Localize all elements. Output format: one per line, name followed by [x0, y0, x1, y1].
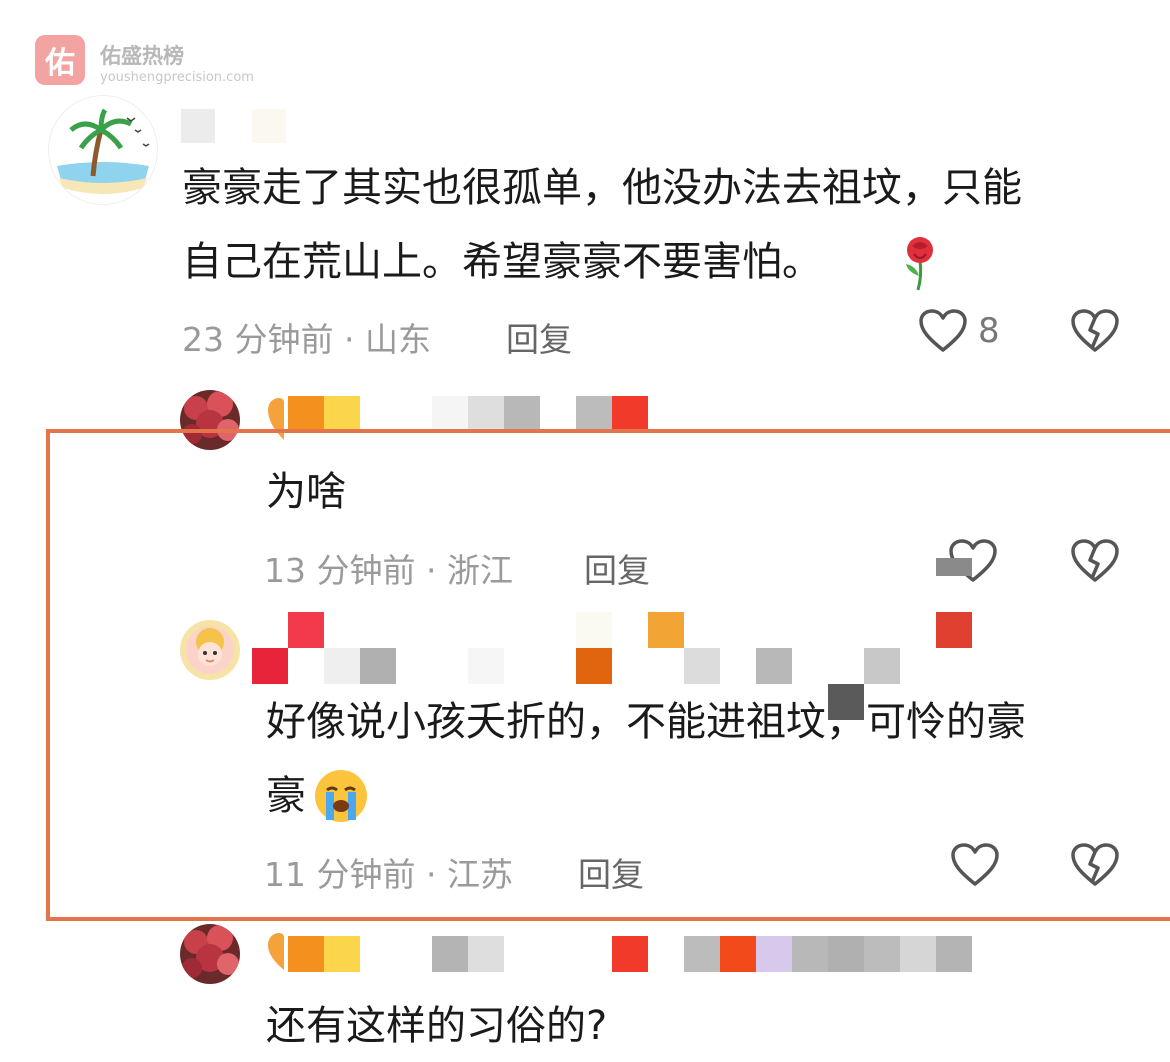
redacted-username	[324, 936, 360, 972]
heart-outline-icon	[951, 843, 999, 886]
comment-meta: 23 分钟前 · 山东	[182, 320, 431, 359]
redacted-username	[288, 612, 324, 648]
like-button[interactable]	[950, 842, 1000, 892]
redacted-username	[576, 612, 612, 648]
broken-heart-icon	[1071, 539, 1119, 582]
comment-meta: 13 分钟前 · 浙江	[264, 551, 513, 590]
watermark-logo: 佑	[35, 35, 85, 85]
redacted-username	[720, 936, 756, 972]
dislike-button[interactable]	[1070, 308, 1120, 358]
palm-tree-beach-avatar-icon	[49, 96, 157, 204]
reply-button[interactable]: 回复	[506, 313, 572, 361]
redacted-username	[864, 648, 900, 684]
comment-text-line: 豪	[266, 773, 306, 819]
redacted-username	[648, 612, 684, 648]
redacted-username	[792, 936, 828, 972]
reply-button[interactable]: 回复	[584, 544, 650, 592]
comment-text: 自己在荒山上。希望豪豪不要害怕。	[182, 226, 822, 298]
watermark-title: 佑盛热榜	[100, 44, 184, 68]
like-count: 8	[978, 311, 1000, 351]
redacted-username	[252, 648, 288, 684]
comment-text: 为啥	[266, 469, 346, 515]
redacted-username	[252, 109, 286, 143]
redacted-username	[288, 936, 324, 972]
redacted-username	[324, 396, 360, 432]
redacted-username	[468, 396, 504, 432]
reply-button[interactable]: 回复	[578, 848, 644, 896]
comment-text: 还有这样的习俗的?	[266, 1003, 608, 1049]
dislike-button[interactable]	[1070, 842, 1120, 892]
redacted-username	[684, 648, 720, 684]
redacted-username	[432, 936, 468, 972]
redacted-username	[576, 648, 612, 684]
comment-text: 豪	[266, 760, 306, 832]
comment-text-line: 自己在荒山上。希望豪豪不要害怕。	[182, 239, 822, 285]
redacted-username	[360, 648, 396, 684]
redacted-username	[756, 648, 792, 684]
flower-tree-avatar-icon	[180, 924, 240, 984]
avatar[interactable]	[48, 95, 158, 205]
dislike-button[interactable]	[1070, 538, 1120, 588]
comment-meta: 11 分钟前 · 江苏	[264, 855, 513, 894]
watermark-subtitle: youshengprecision.com	[100, 70, 254, 85]
comment-text: 好像说小孩夭折的，不能进祖坟，可怜的豪	[266, 699, 1026, 745]
redacted-username	[612, 936, 648, 972]
comment-text: 豪豪走了其实也很孤单，他没办法去祖坟，只能	[182, 165, 1022, 211]
redacted-username	[936, 936, 972, 972]
redacted-username	[288, 396, 324, 432]
redacted-username	[864, 936, 900, 972]
redacted-username	[612, 396, 648, 432]
redacted-username	[324, 648, 360, 684]
cartoon-girl-avatar-icon	[180, 620, 240, 680]
heart-outline-icon	[919, 309, 967, 352]
broken-heart-icon	[1071, 309, 1119, 352]
redacted-username	[756, 936, 792, 972]
redacted-username	[468, 936, 504, 972]
redacted-username	[684, 936, 720, 972]
redacted-block	[936, 558, 972, 576]
redacted-username	[432, 396, 468, 432]
broken-heart-icon	[1071, 843, 1119, 886]
redacted-username	[181, 109, 215, 143]
like-button[interactable]: 8	[918, 308, 1000, 354]
rose-icon	[898, 232, 942, 292]
avatar[interactable]	[180, 620, 240, 680]
redacted-username	[468, 648, 504, 684]
redacted-username	[504, 396, 540, 432]
redacted-username	[576, 396, 612, 432]
redacted-username	[900, 936, 936, 972]
avatar[interactable]	[180, 924, 240, 984]
redacted-username	[936, 612, 972, 648]
loudly-crying-face-icon	[312, 768, 370, 828]
redacted-username	[828, 936, 864, 972]
